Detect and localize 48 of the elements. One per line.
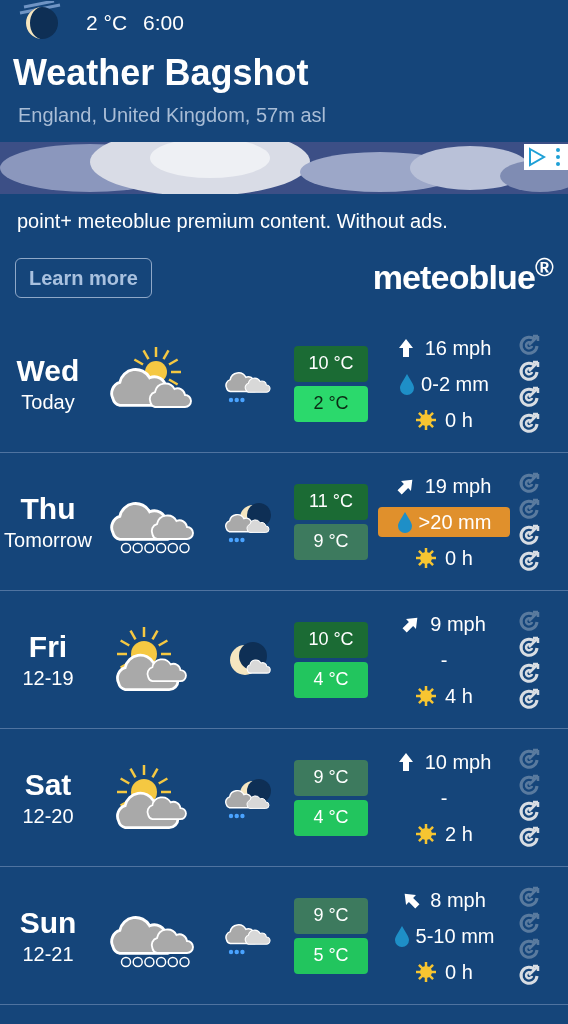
meteoblue-logo: meteoblue$^{®}$	[372, 252, 553, 298]
wind-speed: 8 mph	[430, 887, 486, 913]
precipitation-amount: 0-2 mm	[421, 371, 489, 397]
day-name: Fri	[28, 628, 68, 665]
temperature-badge: 5 °C	[294, 937, 368, 974]
sunshine-hours: 0 h	[445, 545, 473, 571]
temperature-badge: 4 °C	[294, 661, 368, 698]
wind-speed: 19 mph	[424, 473, 492, 499]
sun-icon	[415, 822, 438, 845]
sunshine-hours: 4 h	[445, 683, 473, 709]
temperature-badge: 10 °C	[294, 345, 368, 382]
current-temperature: 2 °C	[86, 10, 128, 37]
temperature-badge: 4 °C	[294, 799, 368, 836]
temperature-badge: 11 °C	[294, 483, 368, 520]
location-title: Weather Bagshot	[12, 51, 310, 95]
day-name: Sun	[19, 904, 77, 941]
day-date: 12-21	[22, 941, 74, 967]
day-name: Wed	[16, 352, 80, 389]
precipitation-amount: -	[440, 647, 448, 673]
sunshine-hours: 0 h	[445, 959, 473, 985]
sunshine-hours: 0 h	[445, 407, 473, 433]
day-name: Thu	[20, 490, 76, 527]
temperature-badge: 9 °C	[294, 897, 368, 934]
temperature-badge: 9 °C	[294, 759, 368, 796]
temperature-badge: 9 °C	[294, 523, 368, 560]
day-date: Tomorrow	[4, 527, 92, 553]
day-date: 12-19	[22, 665, 74, 691]
day-date: Today	[21, 389, 75, 415]
ad-info-icon[interactable]	[524, 144, 568, 170]
current-time: 6:00	[143, 10, 184, 37]
day-date: 12-20	[22, 803, 74, 829]
learn-more-button[interactable]: Learn more	[15, 257, 152, 298]
precipitation-amount: >20 mm	[418, 509, 492, 535]
temperature-badge: 2 °C	[294, 385, 368, 422]
wind-speed: 9 mph	[430, 611, 486, 637]
location-subtitle: England, United Kingdom, 57m asl	[17, 103, 327, 128]
sun-icon	[415, 684, 438, 707]
wind-speed: 16 mph	[424, 335, 492, 361]
wind-speed: 10 mph	[424, 749, 492, 775]
sunshine-hours: 2 h	[445, 821, 473, 847]
ad-text: point+ meteoblue premium content. Without ads.	[16, 209, 449, 234]
sun-icon	[415, 408, 438, 431]
temperature-badge: 10 °C	[294, 621, 368, 658]
sun-icon	[415, 960, 438, 983]
precipitation-amount: -	[440, 785, 448, 811]
sun-icon	[415, 546, 438, 569]
precipitation-amount: 5-10 mm	[415, 923, 495, 949]
day-name: Sat	[24, 766, 72, 803]
